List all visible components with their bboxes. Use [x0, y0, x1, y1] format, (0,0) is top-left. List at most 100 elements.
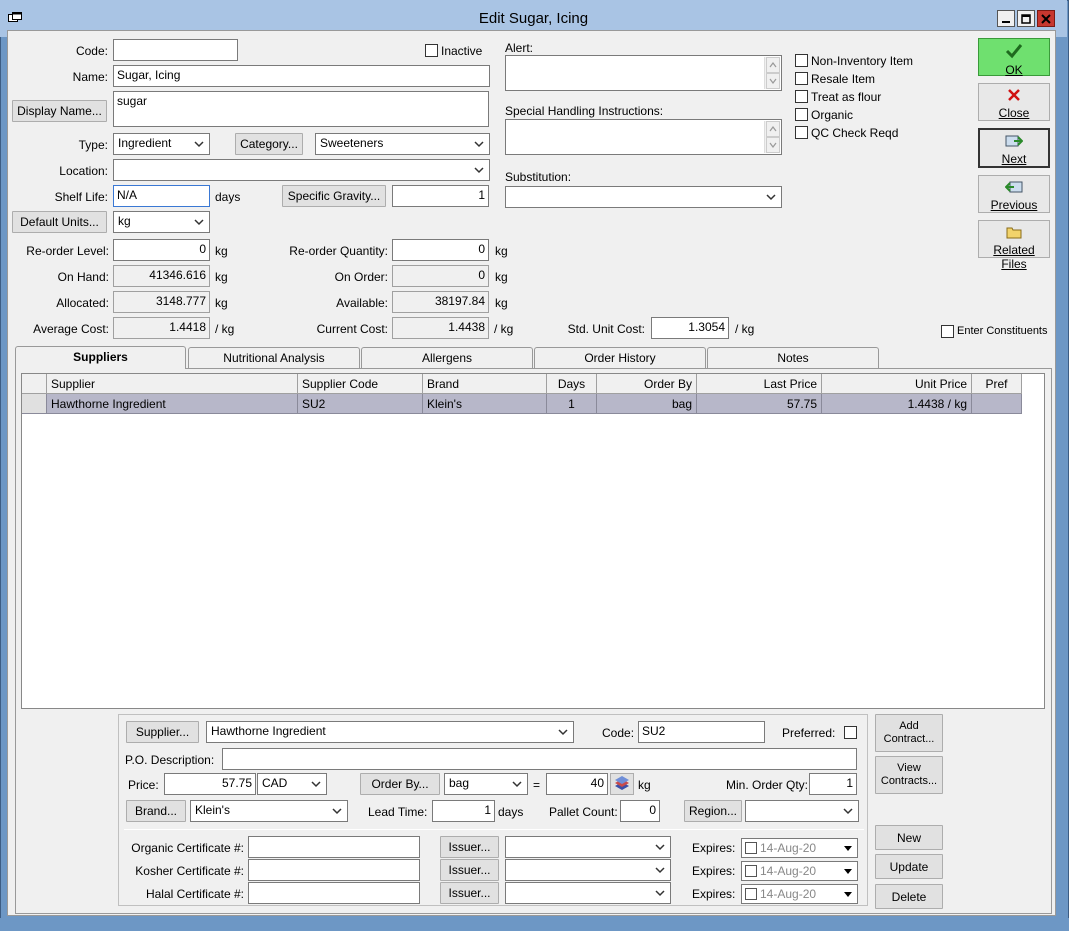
display-name-input[interactable]: sugar	[113, 91, 489, 127]
specific-gravity-button[interactable]: Specific Gravity...	[282, 185, 386, 207]
std-unit-cost-input[interactable]: 1.3054	[651, 317, 729, 339]
ok-button[interactable]: OK	[978, 38, 1050, 77]
halal-issuer-button[interactable]: Issuer...	[440, 882, 499, 904]
conversion-input[interactable]: 40	[546, 773, 608, 795]
region-button[interactable]: Region...	[684, 800, 742, 822]
default-units-select[interactable]: kg	[113, 211, 210, 233]
order-by-button[interactable]: Order By...	[360, 773, 440, 795]
organic-expires-checkbox[interactable]	[745, 842, 757, 854]
conversion-calc-button[interactable]	[610, 773, 634, 795]
resale-item-label: Resale Item	[811, 72, 876, 86]
reorder-qty-input[interactable]: 0	[392, 239, 489, 261]
tab-nutritional-analysis[interactable]: Nutritional Analysis	[188, 347, 360, 368]
tab-notes[interactable]: Notes	[707, 347, 879, 368]
qc-check-checkbox[interactable]	[795, 126, 808, 139]
non-inventory-label: Non-Inventory Item	[811, 54, 914, 68]
display-name-button[interactable]: Display Name...	[12, 100, 107, 122]
currency-value: CAD	[262, 776, 288, 790]
brand-select[interactable]: Klein's	[190, 800, 348, 822]
substitution-label: Substitution:	[505, 170, 572, 184]
supplier-code-input[interactable]: SU2	[638, 721, 765, 743]
special-handling-textarea[interactable]	[505, 119, 782, 155]
inactive-checkbox[interactable]	[425, 44, 438, 57]
code-input[interactable]	[113, 39, 238, 61]
scroll-down-button[interactable]	[766, 73, 780, 89]
alert-textarea[interactable]	[505, 55, 782, 91]
kosher-cert-input[interactable]	[248, 859, 420, 881]
add-contract-button[interactable]: Add Contract...	[875, 714, 943, 752]
name-input[interactable]: Sugar, Icing	[113, 65, 490, 87]
supplier-code-label: Code:	[602, 726, 635, 740]
col-supplier-code[interactable]: Supplier Code	[298, 374, 423, 394]
col-pref[interactable]: Pref	[972, 374, 1022, 394]
reorder-level-input[interactable]: 0	[113, 239, 210, 261]
preferred-checkbox[interactable]	[844, 726, 857, 739]
region-select[interactable]	[745, 800, 859, 822]
resale-item-checkbox[interactable]	[795, 72, 808, 85]
organic-issuer-select[interactable]	[505, 836, 671, 858]
default-units-button[interactable]: Default Units...	[12, 211, 107, 233]
supplier-button[interactable]: Supplier...	[126, 721, 199, 743]
col-order-by[interactable]: Order By	[597, 374, 697, 394]
table-row[interactable]: Hawthorne Ingredient SU2 Klein's 1 bag 5…	[22, 394, 1022, 414]
alert-scrollbar[interactable]	[764, 57, 780, 89]
organic-expires-date[interactable]: 14-Aug-20	[741, 838, 858, 858]
type-select[interactable]: Ingredient	[113, 133, 210, 155]
col-supplier[interactable]: Supplier	[47, 374, 298, 394]
pallet-count-input[interactable]: 0	[620, 800, 660, 822]
minimize-button[interactable]	[997, 10, 1015, 27]
close-window-button[interactable]	[1037, 10, 1055, 27]
organic-cert-input[interactable]	[248, 836, 420, 858]
special-handling-scrollbar[interactable]	[764, 121, 780, 153]
suppliers-grid[interactable]: Supplier Supplier Code Brand Days Order …	[21, 373, 1045, 709]
category-select[interactable]: Sweeteners	[315, 133, 490, 155]
supplier-select[interactable]: Hawthorne Ingredient	[206, 721, 574, 743]
order-by-select[interactable]: bag	[444, 773, 528, 795]
halal-cert-input[interactable]	[248, 882, 420, 904]
previous-button[interactable]: Previous	[978, 175, 1050, 213]
row-selector[interactable]	[22, 394, 47, 414]
po-description-input[interactable]	[222, 748, 857, 770]
organic-checkbox[interactable]	[795, 108, 808, 121]
brand-button[interactable]: Brand...	[126, 800, 186, 822]
kosher-issuer-button[interactable]: Issuer...	[440, 859, 499, 881]
currency-select[interactable]: CAD	[257, 773, 327, 795]
kosher-expires-date[interactable]: 14-Aug-20	[741, 861, 858, 881]
tab-suppliers[interactable]: Suppliers	[15, 346, 186, 369]
halal-expires-date[interactable]: 14-Aug-20	[741, 884, 858, 904]
related-files-button[interactable]: Related Files	[978, 220, 1050, 271]
non-inventory-checkbox[interactable]	[795, 54, 808, 67]
price-input[interactable]: 57.75	[164, 773, 256, 795]
maximize-button[interactable]	[1017, 10, 1035, 27]
kosher-expires-checkbox[interactable]	[745, 865, 757, 877]
scroll-up-button[interactable]	[766, 121, 780, 137]
shelf-life-input[interactable]: N/A	[113, 185, 210, 207]
col-days[interactable]: Days	[547, 374, 597, 394]
scroll-up-button[interactable]	[766, 57, 780, 73]
location-select[interactable]	[113, 159, 490, 181]
update-button[interactable]: Update	[875, 854, 943, 879]
delete-button[interactable]: Delete	[875, 884, 943, 909]
specific-gravity-input[interactable]: 1	[392, 185, 489, 207]
organic-issuer-button[interactable]: Issuer...	[440, 836, 499, 858]
kosher-issuer-select[interactable]	[505, 859, 671, 881]
lead-time-input[interactable]: 1	[432, 800, 495, 822]
col-brand[interactable]: Brand	[423, 374, 547, 394]
col-last-price[interactable]: Last Price	[697, 374, 822, 394]
grid-header-selector	[22, 374, 47, 394]
col-unit-price[interactable]: Unit Price	[822, 374, 972, 394]
new-button[interactable]: New	[875, 825, 943, 850]
tab-allergens[interactable]: Allergens	[361, 347, 533, 368]
close-button[interactable]: Close	[978, 83, 1050, 121]
min-order-qty-input[interactable]: 1	[809, 773, 857, 795]
category-button[interactable]: Category...	[235, 133, 303, 155]
enter-constituents-checkbox[interactable]	[941, 325, 954, 338]
treat-as-flour-checkbox[interactable]	[795, 90, 808, 103]
substitution-select[interactable]	[505, 186, 782, 208]
scroll-down-button[interactable]	[766, 137, 780, 153]
view-contracts-button[interactable]: View Contracts...	[875, 756, 943, 794]
next-button[interactable]: Next	[978, 128, 1050, 168]
tab-order-history[interactable]: Order History	[534, 347, 706, 368]
halal-issuer-select[interactable]	[505, 882, 671, 904]
halal-expires-checkbox[interactable]	[745, 888, 757, 900]
